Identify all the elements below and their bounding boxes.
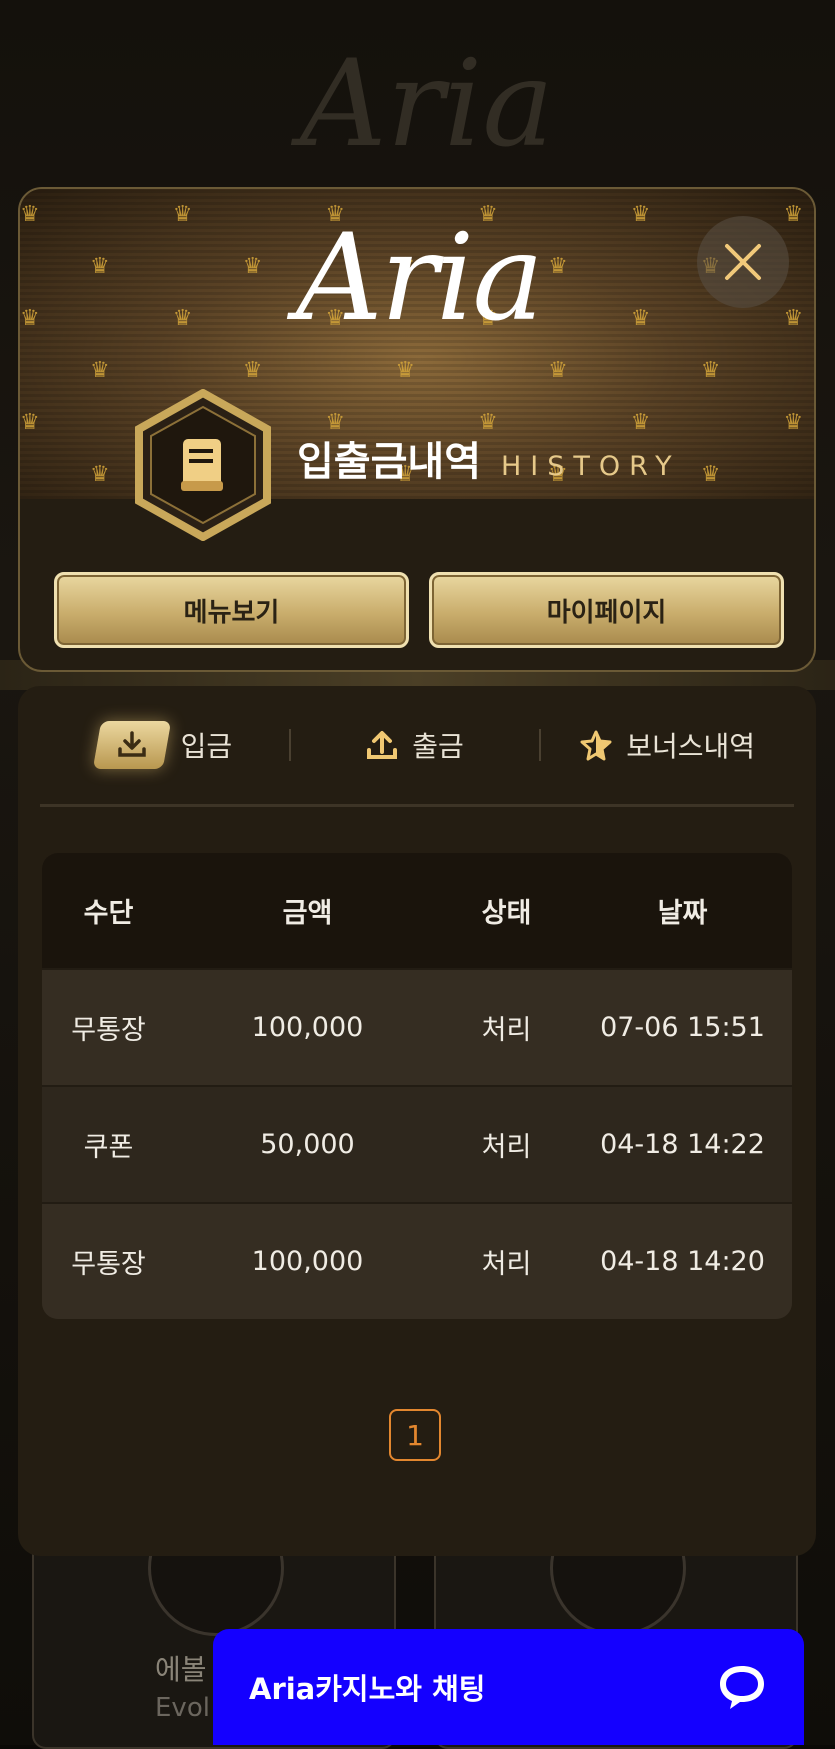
- modal-button-row: 메뉴보기 마이페이지: [54, 572, 784, 648]
- title-korean: 입출금내역: [297, 439, 481, 485]
- cell-date: 07-06 15:51: [600, 1012, 765, 1043]
- history-panel: 입금 출금 보너스내역 수단 금액 상태 날짜 무통장 100,000 처리 0…: [18, 686, 816, 1556]
- chat-label: Aria카지노와 채팅: [249, 1672, 486, 1706]
- title-english: HISTORY: [501, 451, 681, 482]
- cell-amount: 50,000: [260, 1129, 355, 1160]
- cell-date: 04-18 14:20: [600, 1246, 765, 1277]
- column-header-status: 상태: [481, 898, 532, 929]
- history-tabs: 입금 출금 보너스내역: [40, 686, 794, 807]
- download-icon: [92, 721, 171, 769]
- table-row: 무통장 100,000 처리 04-18 14:20: [42, 1202, 792, 1319]
- upload-icon: [367, 731, 398, 759]
- history-table: 수단 금액 상태 날짜 무통장 100,000 처리 07-06 15:51 쿠…: [42, 853, 792, 1319]
- table-row: 쿠폰 50,000 처리 04-18 14:22: [42, 1085, 792, 1202]
- chat-widget-button[interactable]: Aria카지노와 채팅: [213, 1629, 804, 1745]
- cell-status: 처리: [481, 1015, 532, 1046]
- modal-title: 입출금내역 HISTORY: [297, 429, 681, 487]
- close-icon: [725, 244, 761, 280]
- cell-status: 처리: [481, 1132, 532, 1163]
- chat-bubble-icon: [720, 1666, 764, 1709]
- background-card-subtext: Evol: [155, 1693, 210, 1723]
- table-row: 무통장 100,000 처리 07-06 15:51: [42, 968, 792, 1085]
- column-header-method: 수단: [83, 898, 134, 929]
- tab-bonus-history[interactable]: 보너스내역: [541, 686, 794, 804]
- tab-bonus-label: 보너스내역: [626, 730, 756, 763]
- tab-withdraw[interactable]: 출금: [291, 686, 540, 804]
- book-icon: [135, 389, 271, 541]
- history-modal-header: ♛ ♛ ♛ ♛ ♛ ♛ ♛ ♛ ♛ ♛ ♛ ♛ ♛ ♛ ♛ ♛ ♛ ♛ ♛ ♛ …: [18, 187, 816, 672]
- cell-date: 04-18 14:22: [600, 1129, 765, 1160]
- close-button[interactable]: [697, 216, 789, 308]
- aria-logo: Aria: [296, 209, 544, 348]
- cell-method: 무통장: [71, 1249, 146, 1280]
- mypage-button[interactable]: 마이페이지: [429, 572, 784, 648]
- cell-method: 무통장: [71, 1015, 146, 1046]
- column-header-date: 날짜: [657, 898, 708, 929]
- tab-deposit-label: 입금: [180, 730, 233, 763]
- cell-method: 쿠폰: [83, 1132, 134, 1163]
- tab-withdraw-label: 출금: [412, 730, 464, 763]
- cell-amount: 100,000: [251, 1246, 364, 1277]
- star-icon: [580, 730, 612, 761]
- background-logo: Aria: [300, 35, 554, 174]
- cell-status: 처리: [481, 1249, 532, 1280]
- table-header-row: 수단 금액 상태 날짜: [42, 853, 792, 968]
- column-header-amount: 금액: [282, 898, 333, 929]
- tab-deposit[interactable]: 입금: [40, 686, 289, 804]
- menu-button[interactable]: 메뉴보기: [54, 572, 409, 648]
- cell-amount: 100,000: [251, 1012, 364, 1043]
- pagination-page-1[interactable]: 1: [389, 1409, 441, 1461]
- background-card-text: 에볼: [155, 1653, 207, 1686]
